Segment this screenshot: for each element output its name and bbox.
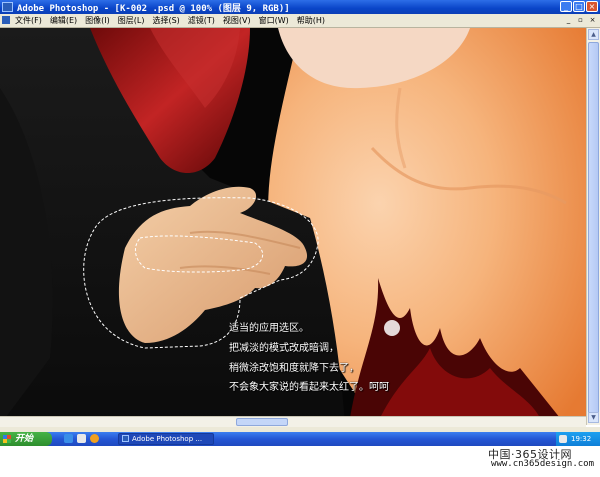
window-titlebar: Adobe Photoshop - [K-002 .psd @ 100% (图层…	[0, 0, 600, 14]
system-tray: 19:32	[556, 432, 600, 446]
vertical-scrollbar[interactable]: ▲ ▼	[586, 28, 600, 425]
photoshop-task-icon	[122, 435, 129, 442]
quicklaunch-desktop-icon[interactable]	[77, 434, 86, 443]
site-watermark: 中国·365设计网 www.cn365design.com	[0, 446, 600, 477]
photoshop-app-icon	[2, 2, 13, 12]
quicklaunch-media-icon[interactable]	[90, 434, 99, 443]
scroll-up-arrow-icon[interactable]: ▲	[588, 29, 599, 40]
menu-window[interactable]: 窗口(W)	[259, 14, 289, 27]
menu-filter[interactable]: 滤镜(T)	[188, 14, 215, 27]
horizontal-scroll-thumb[interactable]	[236, 418, 288, 426]
menu-image[interactable]: 图像(I)	[85, 14, 110, 27]
menu-file[interactable]: 文件(F)	[15, 14, 42, 27]
document-minimize-button[interactable]: _	[564, 16, 573, 24]
annotation-line-2: 把减淡的模式改成暗调，	[229, 343, 339, 354]
menu-layer[interactable]: 图层(L)	[118, 14, 145, 27]
document-restore-button[interactable]: ▫	[576, 16, 585, 24]
watermark-url: www.cn365design.com	[491, 459, 594, 469]
annotation-line-3: 稍微涂改饱和度就降下去了，	[229, 363, 359, 374]
annotation-line-4: 不会象大家说的看起来太红了。呵呵	[229, 382, 389, 393]
quicklaunch-ie-icon[interactable]	[64, 434, 73, 443]
close-button[interactable]: ×	[586, 1, 598, 12]
start-label: 开始	[15, 434, 34, 444]
document-canvas[interactable]: 适当的应用选区。 把减淡的模式改成暗调， 稍微涂改饱和度就降下去了， 不会象大家…	[0, 28, 586, 425]
document-icon[interactable]	[2, 16, 10, 24]
window-title: Adobe Photoshop - [K-002 .psd @ 100% (图层…	[17, 4, 290, 14]
maximize-button[interactable]: □	[573, 1, 585, 12]
tray-icon[interactable]	[559, 435, 567, 443]
taskbar-photoshop-button[interactable]: Adobe Photoshop ...	[118, 433, 214, 445]
menu-edit[interactable]: 编辑(E)	[50, 14, 77, 27]
clock: 19:32	[571, 435, 592, 443]
document-close-button[interactable]: ×	[588, 16, 597, 24]
windows-taskbar: 开始 Adobe Photoshop ... 19:32	[0, 432, 600, 446]
task-label: Adobe Photoshop ...	[132, 435, 203, 443]
menu-view[interactable]: 视图(V)	[223, 14, 251, 27]
menu-bar: 文件(F) 编辑(E) 图像(I) 图层(L) 选择(S) 滤镜(T) 视图(V…	[0, 14, 600, 28]
vertical-scroll-thumb[interactable]	[588, 42, 599, 414]
start-button[interactable]: 开始	[0, 432, 52, 446]
horizontal-scrollbar[interactable]	[0, 416, 586, 427]
menu-help[interactable]: 帮助(H)	[297, 14, 325, 27]
annotation-line-1: 适当的应用选区。	[229, 323, 309, 334]
minimize-button[interactable]: _	[560, 1, 572, 12]
menu-select[interactable]: 选择(S)	[152, 14, 179, 27]
windows-logo-icon	[3, 435, 11, 443]
scroll-down-arrow-icon[interactable]: ▼	[588, 412, 599, 423]
